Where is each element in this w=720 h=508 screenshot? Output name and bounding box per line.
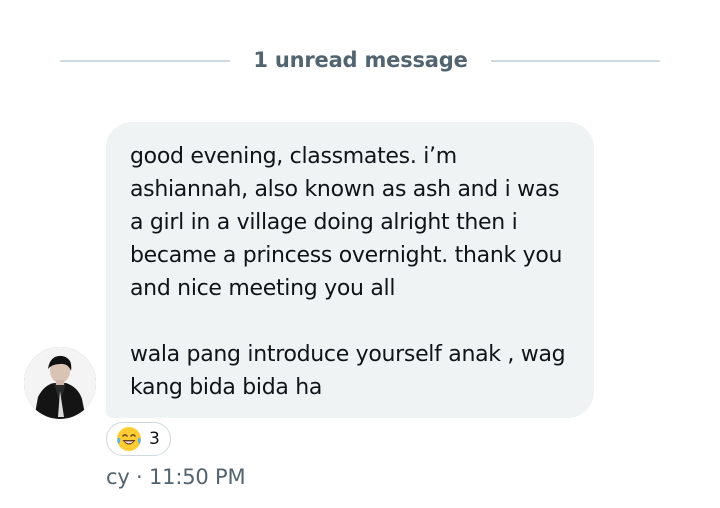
message-paragraph-1: good evening, classmates. i’m ashiannah,… — [130, 144, 563, 301]
reaction-count: 3 — [149, 429, 160, 449]
reaction-pill[interactable]: 3 — [106, 422, 171, 456]
avatar-photo — [24, 347, 96, 419]
unread-label: 1 unread message — [253, 48, 468, 72]
sender-timestamp: cy · 11:50 PM — [106, 465, 246, 489]
message-bubble[interactable]: good evening, classmates. i’m ashiannah,… — [106, 122, 594, 418]
laughing-with-tears-icon — [117, 427, 141, 451]
divider-line-right — [491, 60, 660, 62]
avatar[interactable] — [24, 347, 96, 419]
divider-line-left — [60, 60, 230, 62]
unread-divider: 1 unread message — [60, 44, 660, 78]
message-paragraph-2: wala pang introduce yourself anak , wag … — [130, 342, 566, 400]
